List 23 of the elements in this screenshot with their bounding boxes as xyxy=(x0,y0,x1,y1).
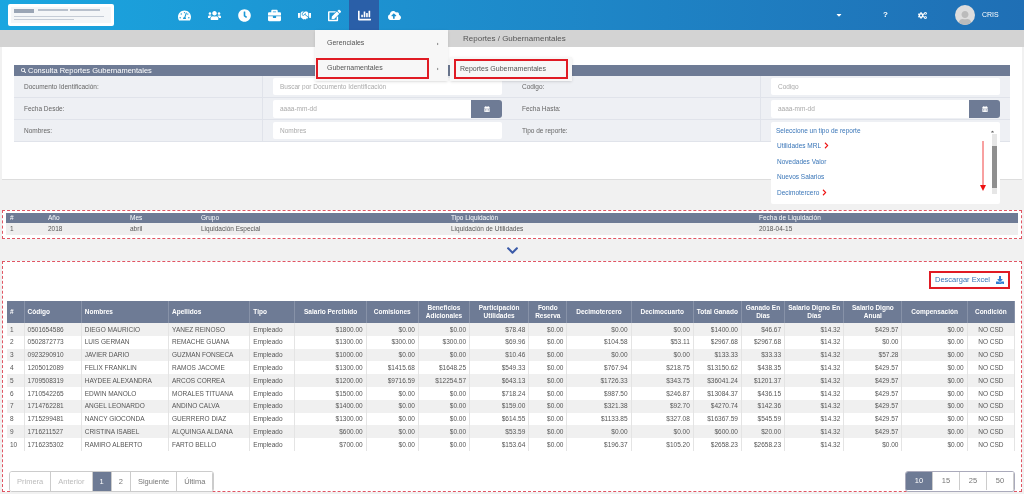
edit-icon xyxy=(327,8,341,22)
settings-icon[interactable] xyxy=(918,10,927,20)
breadcrumb: Reportes / Gubernamentales xyxy=(463,32,566,45)
search-icon xyxy=(21,68,26,73)
calendar-button[interactable] xyxy=(969,99,1000,118)
briefcase-icon xyxy=(267,8,281,22)
dashboard-icon xyxy=(177,8,191,22)
clock-icon xyxy=(237,8,251,22)
calendar-icon xyxy=(483,105,490,112)
bar-chart-icon xyxy=(357,8,371,22)
calendar-icon xyxy=(981,105,988,112)
down-arrow-icon xyxy=(980,140,986,191)
caret-up-icon xyxy=(990,129,995,135)
caret-icon[interactable] xyxy=(835,11,844,19)
calendar-button[interactable] xyxy=(471,99,502,118)
user-icon xyxy=(958,11,972,25)
scrollbar[interactable] xyxy=(992,133,997,194)
cloud-upload-icon xyxy=(387,8,401,22)
help-link[interactable]: ? xyxy=(883,9,888,21)
users-icon xyxy=(207,8,221,22)
download-icon xyxy=(996,276,1004,284)
nav-tab[interactable] xyxy=(349,0,379,30)
avatar[interactable] xyxy=(955,5,975,25)
